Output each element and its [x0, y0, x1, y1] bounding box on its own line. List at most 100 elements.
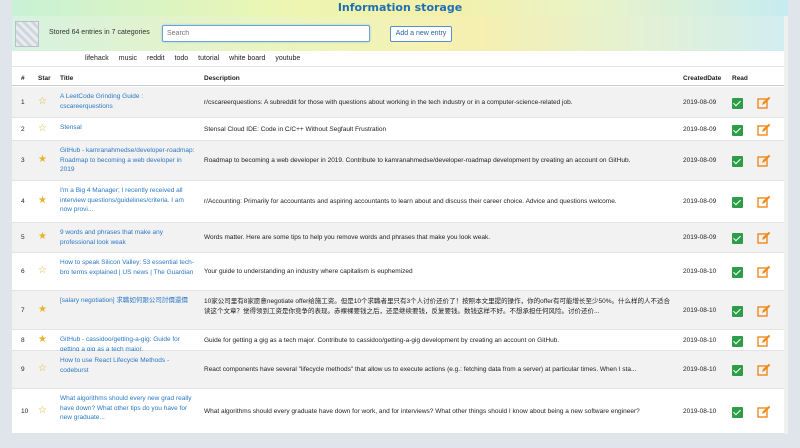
add-entry-button[interactable]: Add a new entry [390, 26, 452, 42]
entry-description: 10家公司里有8家愿意negotiate offer给施工资。但是10个求職者里… [204, 298, 671, 315]
category-tags: lifehack music reddit todo tutorial whit… [80, 55, 305, 62]
edit-icon[interactable] [757, 405, 771, 419]
row-number: 9 [21, 366, 25, 373]
window-bottom-border [0, 434, 800, 448]
table-row[interactable]: 1 ☆ A LeetCode Grinding Guide : cscareerqu… [12, 87, 788, 118]
row-number: 6 [21, 268, 25, 275]
edit-icon[interactable] [757, 231, 771, 245]
created-date: 2019-08-09 [683, 234, 717, 241]
column-header-description[interactable]: Description [204, 75, 240, 82]
row-number: 8 [21, 336, 25, 344]
entry-description: React components have several "lifecycle… [204, 366, 637, 373]
table-row[interactable]: 6 ☆ How to speak Silicon Valley: 53 essent… [12, 253, 788, 291]
checkbox-checked-icon[interactable] [732, 124, 743, 136]
divider [12, 66, 788, 67]
checkbox-checked-icon[interactable] [732, 197, 743, 208]
entry-title-link[interactable]: 9 words and phrases that make any profes… [60, 228, 195, 247]
table-row[interactable]: 4 ★ I'm a Big 4 Manager; I recently receiv… [12, 181, 788, 223]
entry-description: Stensal Cloud IDE: Code in C/C++ Without… [204, 125, 387, 133]
column-header-star[interactable]: Star [38, 75, 51, 82]
star-filled-icon[interactable]: ★ [38, 334, 47, 345]
created-date: 2019-08-10 [683, 268, 717, 275]
star-filled-icon[interactable]: ★ [38, 196, 47, 206]
created-date: 2019-08-09 [683, 125, 717, 133]
created-date: 2019-08-10 [683, 366, 717, 373]
entry-description: What algorithms should every graduate ha… [204, 407, 640, 415]
tag-white-board[interactable]: white board [224, 55, 270, 62]
toolbar: Stored 64 entries in 7 categories Add a … [12, 16, 788, 51]
table-row[interactable]: 9 ☆ How to use React Lifecycle Methods - c… [12, 351, 788, 389]
edit-icon[interactable] [757, 265, 771, 279]
table-row[interactable]: 2 ☆ Stensal Stensal Cloud IDE: Code in C/C+… [12, 118, 788, 141]
edit-icon[interactable] [757, 195, 771, 209]
checkbox-checked-icon[interactable] [732, 305, 743, 317]
row-number: 10 [21, 407, 29, 415]
table-row[interactable]: 3 ★ GitHub - kamranahmedse/developer-roadm… [12, 141, 788, 181]
column-header-title[interactable]: Title [60, 75, 73, 82]
entry-title-link[interactable]: What algorithms should every new grad re… [60, 394, 195, 423]
tag-todo[interactable]: todo [170, 55, 194, 62]
entry-title-link[interactable]: GitHub - kamranahmedse/developer-roadmap… [60, 146, 195, 175]
entry-title-link[interactable]: How to speak Silicon Valley: 53 essentia… [60, 258, 195, 277]
table-row[interactable]: 10 ☆ What algorithms should every new grad… [12, 389, 788, 434]
column-header-created[interactable]: CreatedDate [683, 75, 721, 82]
row-number: 1 [21, 98, 25, 106]
checkbox-checked-icon[interactable] [732, 406, 743, 418]
column-header-num: # [21, 75, 25, 82]
checkbox-checked-icon[interactable] [732, 365, 743, 376]
entry-title-link[interactable]: Stensal [60, 123, 195, 133]
entry-title-link[interactable]: [salary negotiation] 求職如何跟公司討價還價 [60, 296, 195, 306]
created-date: 2019-08-10 [683, 407, 717, 415]
entry-description: Roadmap to becoming a web developer in 2… [204, 157, 631, 164]
created-date: 2019-08-10 [683, 336, 717, 344]
tag-reddit[interactable]: reddit [142, 55, 170, 62]
table-row[interactable]: 7 ★ [salary negotiation] 求職如何跟公司討價還價 10家公司里… [12, 291, 788, 330]
star-outline-icon[interactable]: ☆ [38, 405, 47, 416]
app-title: Information storage [12, 0, 788, 16]
entry-title-link[interactable]: A LeetCode Grinding Guide : cscareerques… [60, 92, 195, 111]
row-number: 5 [21, 234, 25, 241]
star-outline-icon[interactable]: ☆ [38, 96, 47, 107]
star-filled-icon[interactable]: ★ [38, 232, 47, 242]
entry-description: r/Accounting: Primarily for accountants … [204, 198, 617, 205]
star-filled-icon[interactable]: ★ [38, 155, 47, 165]
entry-description: Your guide to understanding an industry … [204, 268, 413, 275]
checkbox-checked-icon[interactable] [732, 156, 743, 167]
edit-icon[interactable] [757, 154, 771, 168]
scrollbar[interactable] [784, 16, 788, 434]
table-row[interactable]: 5 ★ 9 words and phrases that make any prof… [12, 223, 788, 253]
column-header-read[interactable]: Read [732, 75, 748, 82]
star-outline-icon[interactable]: ☆ [38, 266, 47, 276]
entry-description: Words matter. Here are some tips to help… [204, 234, 491, 241]
row-number: 7 [21, 306, 25, 314]
star-outline-icon[interactable]: ☆ [38, 364, 47, 374]
checkbox-checked-icon[interactable] [732, 233, 743, 244]
created-date: 2019-08-09 [683, 98, 717, 106]
created-date: 2019-08-10 [683, 306, 717, 314]
search-input[interactable] [162, 25, 370, 42]
edit-icon[interactable] [757, 334, 771, 348]
row-number: 3 [21, 157, 25, 164]
row-number: 4 [21, 198, 25, 205]
tag-music[interactable]: music [114, 55, 142, 62]
star-outline-icon[interactable]: ☆ [38, 123, 47, 134]
table-row[interactable]: 8 ★ GitHub - cassidoo/getting-a-gig: Guide… [12, 330, 788, 353]
tag-tutorial[interactable]: tutorial [193, 55, 224, 62]
edit-icon[interactable] [757, 304, 771, 318]
star-filled-icon[interactable]: ★ [38, 304, 47, 315]
table-header: # Star Title Description CreatedDate Rea… [12, 70, 788, 86]
checkbox-checked-icon[interactable] [732, 335, 743, 347]
created-date: 2019-08-09 [683, 198, 717, 205]
app-logo-icon [15, 21, 39, 47]
entry-description: Guide for getting a gig as a tech major.… [204, 336, 560, 344]
edit-icon[interactable] [757, 96, 771, 110]
checkbox-checked-icon[interactable] [732, 97, 743, 109]
edit-icon[interactable] [757, 123, 771, 137]
entry-title-link[interactable]: I'm a Big 4 Manager; I recently received… [60, 186, 195, 215]
tag-lifehack[interactable]: lifehack [80, 55, 114, 62]
tag-youtube[interactable]: youtube [270, 55, 305, 62]
entry-description: r/cscareerquestions: A subreddit for tho… [204, 98, 573, 106]
edit-icon[interactable] [757, 363, 771, 377]
checkbox-checked-icon[interactable] [732, 267, 743, 278]
entry-title-link[interactable]: How to use React Lifecycle Methods - cod… [60, 356, 195, 375]
